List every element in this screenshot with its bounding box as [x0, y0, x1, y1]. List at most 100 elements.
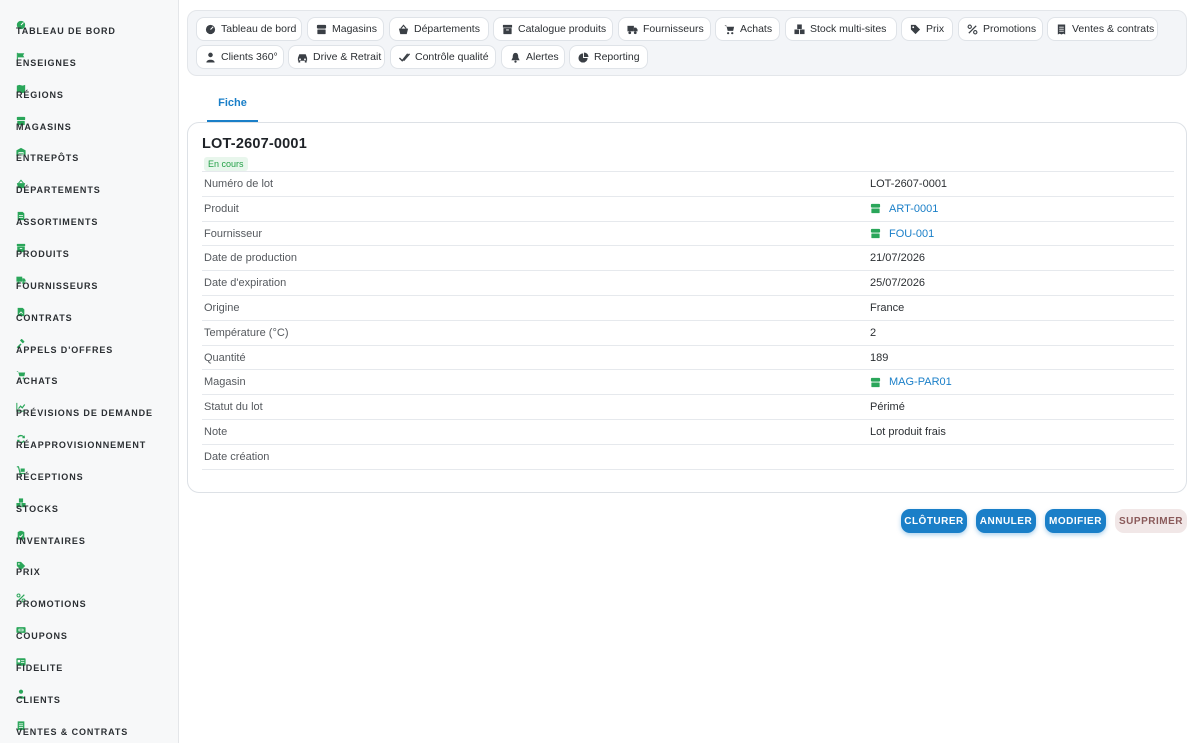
gavel-icon [16, 336, 26, 348]
field-row: Date d'expiration 25/07/2026 [202, 271, 1174, 296]
sidebar-item-label: COUPONS [16, 631, 68, 642]
nav-chip-label: Achats [740, 23, 773, 35]
field-value-text: 189 [870, 351, 889, 364]
nav-chip-departements[interactable]: Départements [389, 17, 489, 41]
box-icon [502, 24, 513, 35]
nav-chip-prix[interactable]: Prix [901, 17, 953, 41]
percent-icon [967, 24, 978, 35]
nav-chip-clients-360[interactable]: Clients 360° [196, 45, 284, 69]
field-value-link[interactable]: MAG-PAR01 [870, 376, 952, 388]
field-value-link[interactable]: FOU-001 [870, 228, 934, 240]
nav-chip-alertes[interactable]: Alertes [501, 45, 565, 69]
store-icon [870, 228, 881, 239]
field-row: Origine France [202, 296, 1174, 321]
field-label: Fournisseur [204, 227, 263, 240]
sidebar-item-stocks[interactable]: STOCKS [16, 495, 166, 519]
nav-chip-label: Stock multi-sites [810, 23, 887, 35]
sidebar-item-tableau-de-bord[interactable]: TABLEAU DE BORD [16, 17, 166, 41]
nav-chip-catalogue-produits[interactable]: Catalogue produits [493, 17, 613, 41]
field-row: Fournisseur FOU-001 [202, 222, 1174, 247]
nav-chip-label: Tableau de bord [221, 23, 297, 35]
sidebar-item-prix[interactable]: PRIX [16, 558, 166, 582]
sidebar-item-ventes-contrats[interactable]: VENTES & CONTRATS [16, 718, 166, 742]
car-icon [297, 52, 308, 63]
sidebar-item-fidelite[interactable]: FIDELITE [16, 654, 166, 678]
nav-chip-fournisseurs[interactable]: Fournisseurs [618, 17, 711, 41]
nav-chip-promotions[interactable]: Promotions [958, 17, 1043, 41]
sidebar-item-produits[interactable]: PRODUITS [16, 240, 166, 264]
module-nav: Tableau de bord Magasins Départements Catal… [187, 10, 1187, 76]
record-card: LOT-2607-0001 En cours Numéro de lot LOT-… [187, 122, 1187, 493]
sidebar-item-coupons[interactable]: COUPONS [16, 622, 166, 646]
nav-chip-drive-retrait[interactable]: Drive & Retrait [288, 45, 385, 69]
nav-chip-tableau-de-bord[interactable]: Tableau de bord [196, 17, 302, 41]
nav-chip-reporting[interactable]: Reporting [569, 45, 648, 69]
tags-icon [16, 558, 26, 571]
sidebar-item-promotions[interactable]: PROMOTIONS [16, 590, 166, 614]
nav-chip-magasins[interactable]: Magasins [307, 17, 384, 41]
field-row: Note Lot produit frais [202, 420, 1174, 445]
user-icon [16, 686, 26, 699]
basket-icon [398, 24, 409, 35]
receipt-icon [16, 718, 26, 731]
sidebar-item-reapprovisionnement[interactable]: RÉAPPROVISIONNEMENT [16, 431, 166, 455]
field-value: 2 [870, 327, 876, 339]
field-label: Statut du lot [204, 401, 263, 414]
nav-chip-ventes-contrats[interactable]: Ventes & contrats [1047, 17, 1158, 41]
sidebar-item-contrats[interactable]: CONTRATS [16, 304, 166, 328]
sidebar-item-regions[interactable]: RÉGIONS [16, 81, 166, 105]
sidebar-item-clients[interactable]: CLIENTS [16, 686, 166, 710]
sidebar-item-inventaires[interactable]: INVENTAIRES [16, 527, 166, 551]
sidebar-item-assortiments[interactable]: ASSORTIMENTS [16, 208, 166, 232]
dashboard-icon [205, 24, 216, 35]
sidebar-item-receptions[interactable]: RÉCEPTIONS [16, 463, 166, 487]
nav-chip-stock-multi-sites[interactable]: Stock multi-sites [785, 17, 897, 41]
nav-chip-controle-qualite[interactable]: Contrôle qualité [390, 45, 496, 69]
boxes-icon [794, 23, 805, 35]
field-value-text: ART-0001 [889, 202, 939, 215]
field-label: Note [204, 425, 228, 438]
dashboard-icon [16, 17, 26, 30]
field-value: France [870, 302, 904, 314]
chart-line-icon [16, 399, 26, 412]
sidebar-item-enseignes[interactable]: ENSEIGNES [16, 49, 166, 73]
sidebar-item-label: APPELS D'OFFRES [16, 344, 114, 355]
field-label: Produit [204, 202, 239, 215]
tab-fiche[interactable]: Fiche [207, 88, 258, 122]
sidebar-item-entrepots[interactable]: ENTREPÔTS [16, 144, 166, 168]
store-icon [316, 24, 327, 35]
sidebar-item-label: MAGASINS [16, 121, 72, 132]
delete-button[interactable]: SUPPRIMER [1115, 509, 1187, 533]
sidebar-item-label: PROMOTIONS [16, 599, 87, 610]
user-icon [205, 52, 216, 63]
field-label: Numéro de lot [204, 178, 274, 190]
nav-chip-label: Alertes [526, 51, 559, 63]
sidebar-item-label: FIDELITE [16, 663, 64, 673]
sidebar-item-label: ASSORTIMENTS [16, 217, 99, 228]
receipt-icon [1056, 23, 1067, 35]
sidebar-item-fournisseurs[interactable]: FOURNISSEURS [16, 272, 166, 296]
sidebar-item-magasins[interactable]: MAGASINS [16, 113, 166, 137]
field-value-link[interactable]: ART-0001 [870, 203, 938, 215]
record-title: LOT-2607-0001 [202, 136, 307, 152]
truck-icon [627, 24, 638, 35]
nav-chip-achats[interactable]: Achats [715, 17, 780, 41]
sidebar-item-label: CLIENTS [16, 694, 61, 705]
field-label: Date création [204, 450, 270, 463]
cancel-button[interactable]: ANNULER [976, 509, 1036, 533]
field-row: Numéro de lot LOT-2607-0001 [202, 172, 1174, 197]
sidebar-item-appels-d-offres[interactable]: APPELS D'OFFRES [16, 336, 166, 360]
field-row: Quantité 189 [202, 346, 1174, 371]
sidebar-item-achats[interactable]: ACHATS [16, 367, 166, 391]
ticket-icon [16, 622, 26, 634]
close-button[interactable]: CLÔTURER [901, 509, 967, 533]
edit-button[interactable]: MODIFIER [1045, 509, 1106, 533]
sidebar-item-previsions-de-demande[interactable]: PRÉVISIONS DE DEMANDE [16, 399, 166, 423]
percent-icon [16, 590, 26, 603]
sidebar-item-label: RÉCEPTIONS [16, 471, 84, 482]
sidebar-item-departements[interactable]: DÉPARTEMENTS [16, 176, 166, 200]
check-double-icon [399, 52, 410, 63]
sidebar-item-label: CONTRATS [16, 312, 73, 323]
bell-icon [510, 52, 521, 63]
dolly-icon [16, 463, 26, 476]
